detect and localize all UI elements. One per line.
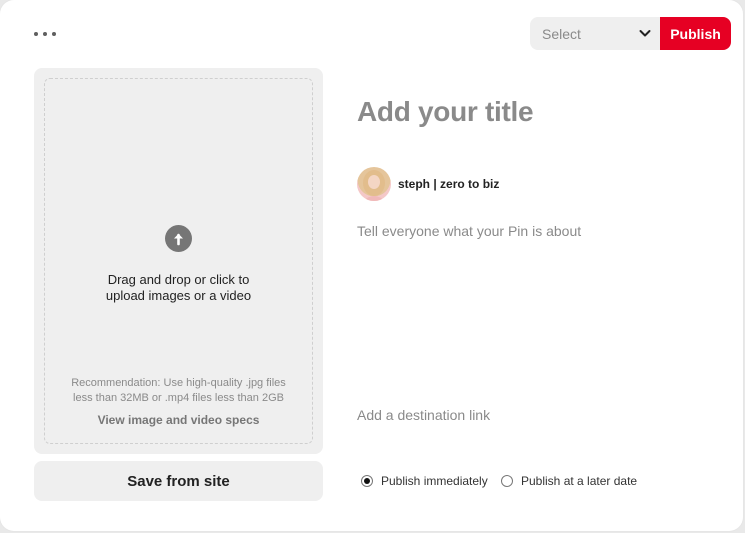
- pin-description-input[interactable]: Tell everyone what your Pin is about: [357, 223, 581, 239]
- dot: [34, 32, 38, 36]
- publish-immediately-option[interactable]: Publish immediately: [361, 473, 488, 489]
- publish-immediately-label: Publish immediately: [381, 474, 488, 488]
- publish-later-label: Publish at a later date: [521, 474, 638, 488]
- publish-later-radio[interactable]: [501, 475, 513, 487]
- view-specs-link[interactable]: View image and video specs: [34, 413, 323, 427]
- publish-button[interactable]: Publish: [660, 17, 731, 50]
- upload-recommendation: Recommendation: Use high-quality .jpg fi…: [34, 376, 323, 406]
- recommendation-line1: Recommendation: Use high-quality .jpg fi…: [71, 377, 286, 389]
- upload-instructions: Drag and drop or click to upload images …: [34, 272, 323, 304]
- more-options-icon[interactable]: [34, 26, 56, 42]
- publish-later-option[interactable]: Publish at a later date: [501, 473, 637, 489]
- upload-instructions-line2: upload images or a video: [105, 288, 252, 303]
- chevron-down-icon: [639, 30, 651, 37]
- recommendation-line2: less than 32MB or .mp4 files less than 2…: [73, 392, 284, 404]
- arrow-up-circle-icon[interactable]: [165, 225, 192, 252]
- board-select[interactable]: Select: [530, 17, 660, 50]
- arrow-up-glyph: [174, 233, 183, 246]
- publish-immediately-radio[interactable]: [361, 475, 373, 487]
- destination-link-input[interactable]: Add a destination link: [357, 407, 490, 423]
- dot: [43, 32, 47, 36]
- avatar-portrait: [363, 170, 385, 201]
- pin-title-input[interactable]: Add your title: [357, 96, 534, 128]
- pin-builder-card: Select Publish Drag and drop or click to…: [0, 0, 743, 531]
- account-username: steph | zero to biz: [398, 177, 500, 191]
- save-from-site-button[interactable]: Save from site: [34, 461, 323, 501]
- board-select-placeholder: Select: [542, 25, 581, 42]
- upload-dropzone[interactable]: Drag and drop or click to upload images …: [34, 68, 323, 454]
- dot: [52, 32, 56, 36]
- avatar: [357, 167, 391, 201]
- upload-instructions-line1: Drag and drop or click to: [107, 272, 250, 287]
